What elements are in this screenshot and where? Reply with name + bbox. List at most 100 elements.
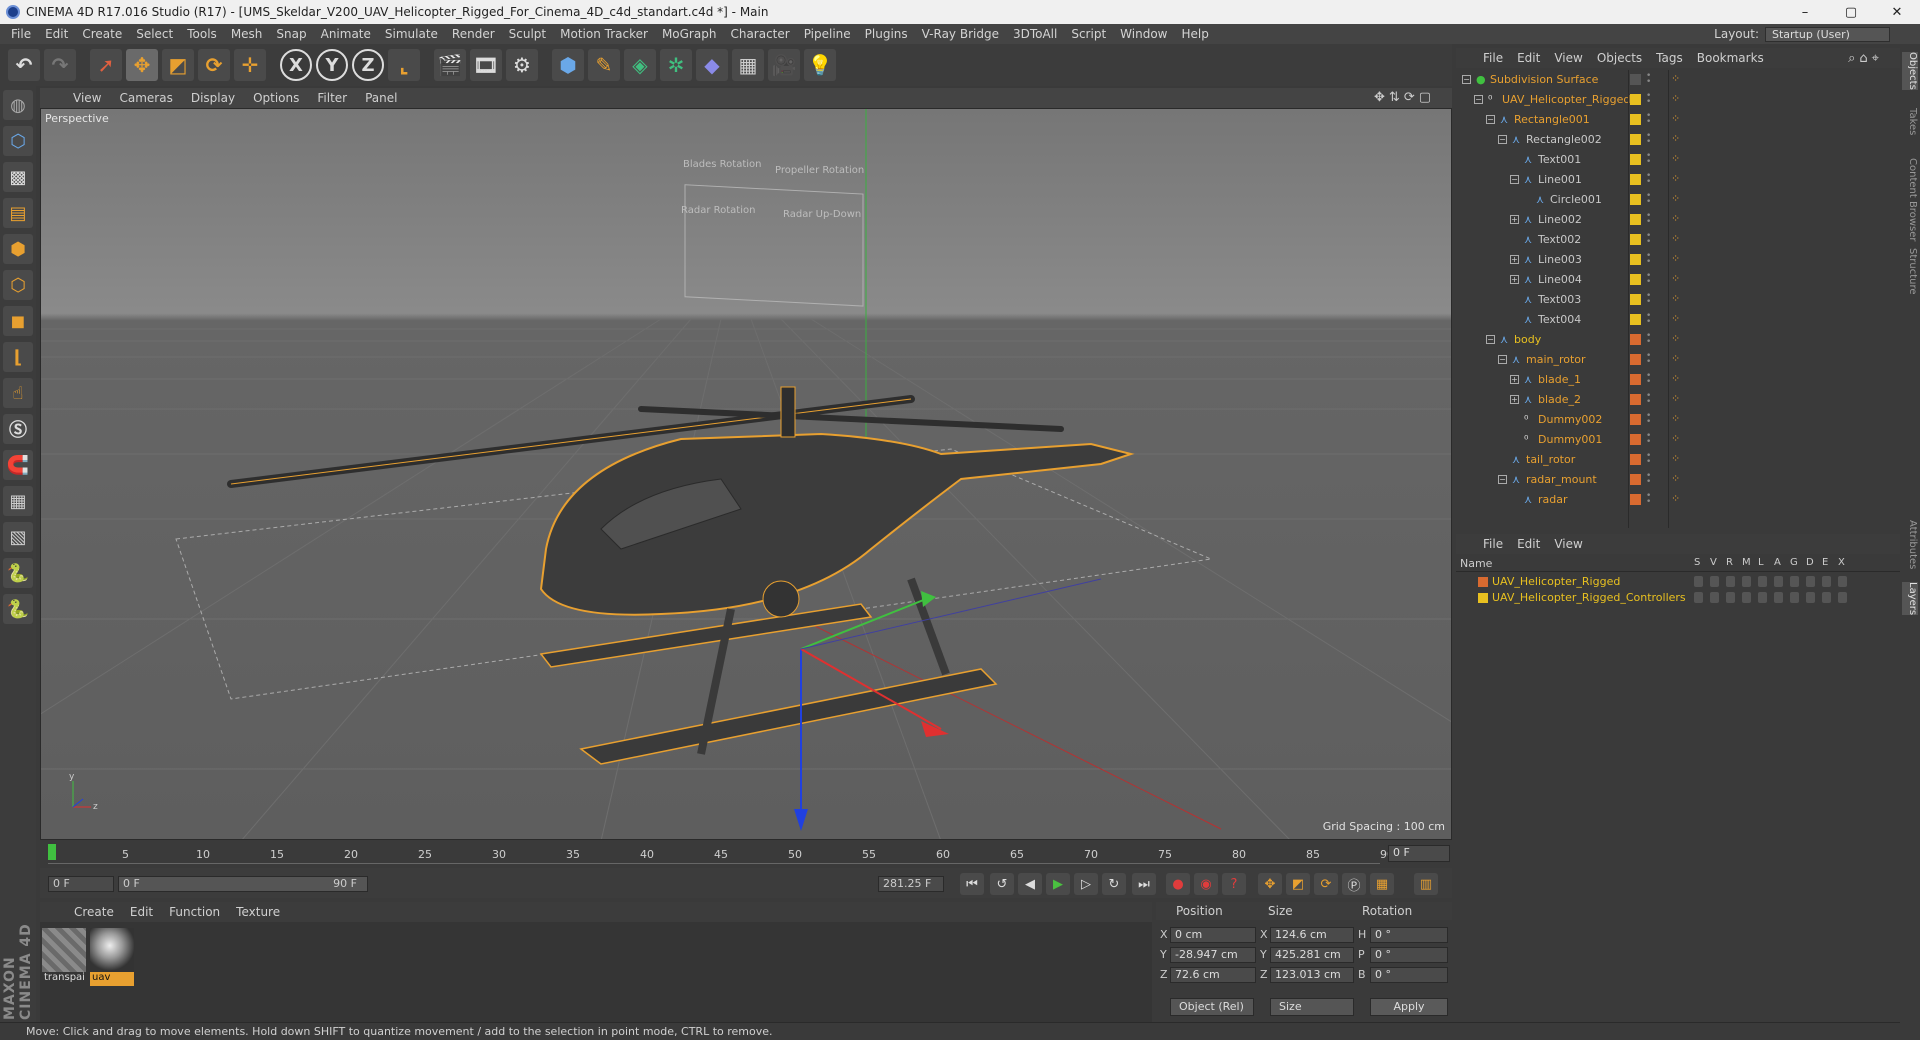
layer-color-swatch[interactable] [1478, 593, 1488, 603]
layer-menu-view[interactable]: View [1547, 537, 1589, 551]
scale-tool-icon[interactable]: ◩ [162, 49, 194, 81]
next-key-icon[interactable]: ↻ [1102, 873, 1126, 895]
side-tab-layers[interactable]: Layers [1902, 582, 1918, 616]
object-row-rectangle002[interactable]: − ⋏ Rectangle002 • • ⁘ [1456, 130, 1900, 150]
visibility-dots-icon[interactable]: • • [1646, 72, 1652, 87]
visibility-dots-icon[interactable]: • • [1646, 492, 1652, 507]
menu-render[interactable]: Render [445, 27, 502, 41]
menu-character[interactable]: Character [723, 27, 796, 41]
record-position-icon[interactable]: ✥ [1258, 873, 1282, 895]
visibility-dots-icon[interactable]: • • [1646, 392, 1652, 407]
expand-toggle-icon[interactable]: + [1510, 375, 1519, 384]
menu-select[interactable]: Select [129, 27, 180, 41]
record-active-objects-icon[interactable]: ● [1166, 873, 1190, 895]
viewport-menu-view[interactable]: View [64, 91, 110, 105]
undo-icon[interactable]: ↶ [8, 49, 40, 81]
layer-color-swatch[interactable] [1630, 154, 1641, 165]
expand-toggle-icon[interactable]: + [1510, 395, 1519, 404]
subdivision-surface-icon[interactable]: ◈ [624, 49, 656, 81]
layer-color-swatch[interactable] [1630, 294, 1641, 305]
goto-start-icon[interactable]: ⏮ [960, 873, 984, 895]
vertex-tag-icon[interactable]: ⁘ [1671, 92, 1687, 108]
object-row-uav-helicopter-rigged[interactable]: − ⁰ UAV_Helicopter_Rigged • • ⁘ [1456, 90, 1900, 110]
edges-mode-icon[interactable]: ⬡ [3, 270, 33, 300]
expand-toggle-icon[interactable]: − [1510, 175, 1519, 184]
viewport-menu-cameras[interactable]: Cameras [110, 91, 181, 105]
minimize-button[interactable]: – [1782, 0, 1828, 24]
vertex-tag-icon[interactable]: ⁘ [1671, 172, 1687, 188]
render-settings-icon[interactable]: ⚙ [506, 49, 538, 81]
layer-flag-a-toggle[interactable] [1774, 592, 1783, 603]
object-row-dummy002[interactable]: ⁰ Dummy002 • • ⁘ [1456, 410, 1900, 430]
size-x-field[interactable]: 124.6 cm [1270, 927, 1354, 943]
enable-snap-icon[interactable]: 🧲 [3, 450, 33, 480]
layer-color-swatch[interactable] [1630, 314, 1641, 325]
position-z-field[interactable]: 72.6 cm [1170, 967, 1256, 983]
vertex-tag-icon[interactable]: ⁘ [1671, 372, 1687, 388]
menu-window[interactable]: Window [1113, 27, 1174, 41]
side-tab-attributes[interactable]: Attributes [1902, 520, 1918, 569]
menu-sculpt[interactable]: Sculpt [502, 27, 553, 41]
expand-toggle-icon[interactable]: − [1486, 115, 1495, 124]
layer-flag-m-toggle[interactable] [1742, 592, 1751, 603]
side-tab-takes[interactable]: Takes [1902, 108, 1918, 135]
layer-color-swatch[interactable] [1630, 114, 1641, 125]
vertex-tag-icon[interactable]: ⁘ [1671, 272, 1687, 288]
goto-end-icon[interactable]: ⏭ [1132, 873, 1156, 895]
vertex-tag-icon[interactable]: ⁘ [1671, 412, 1687, 428]
preview-range-slider[interactable]: 0 F 90 F [118, 876, 368, 892]
layer-flag-e-toggle[interactable] [1822, 576, 1831, 587]
move-tool-icon[interactable]: ✥ [126, 49, 158, 81]
layer-flag-x-toggle[interactable] [1838, 592, 1847, 603]
current-frame-marker[interactable] [48, 844, 56, 860]
start-frame-field[interactable]: 0 F [48, 876, 114, 892]
helicopter-model[interactable] [227, 386, 1135, 765]
layer-color-swatch[interactable] [1630, 434, 1641, 445]
current-frame-field[interactable]: 0 F [1388, 845, 1450, 862]
camera-icon[interactable]: 🎥 [768, 49, 800, 81]
menu-motion-tracker[interactable]: Motion Tracker [553, 27, 655, 41]
object-menu-edit[interactable]: Edit [1510, 51, 1547, 65]
visibility-dots-icon[interactable]: • • [1646, 152, 1652, 167]
cloner-icon[interactable]: ✲ [660, 49, 692, 81]
layer-flag-v-toggle[interactable] [1710, 576, 1719, 587]
solo-mode-icon[interactable]: Ⓢ [3, 414, 33, 444]
position-x-field[interactable]: 0 cm [1170, 927, 1256, 943]
close-button[interactable]: ✕ [1874, 0, 1920, 24]
record-rotation-icon[interactable]: ⟳ [1314, 873, 1338, 895]
rotation-b-field[interactable]: 0 ° [1370, 967, 1448, 983]
visibility-dots-icon[interactable]: • • [1646, 472, 1652, 487]
object-row-line003[interactable]: + ⋏ Line003 • • ⁘ [1456, 250, 1900, 270]
layer-flag-r-toggle[interactable] [1726, 592, 1735, 603]
object-row-text002[interactable]: ⋏ Text002 • • ⁘ [1456, 230, 1900, 250]
menu-animate[interactable]: Animate [314, 27, 378, 41]
layer-color-swatch[interactable] [1630, 134, 1641, 145]
vertex-tag-icon[interactable]: ⁘ [1671, 452, 1687, 468]
rotation-h-field[interactable]: 0 ° [1370, 927, 1448, 943]
visibility-dots-icon[interactable]: • • [1646, 452, 1652, 467]
size-z-field[interactable]: 123.013 cm [1270, 967, 1354, 983]
visibility-dots-icon[interactable]: • • [1646, 232, 1652, 247]
coordinate-mode-dropdown[interactable]: Object (Rel) [1170, 998, 1254, 1016]
layer-color-swatch[interactable] [1478, 577, 1488, 587]
frame-ruler[interactable]: 051015202530354045505560657075808590 [48, 844, 1394, 864]
previous-key-icon[interactable]: ↺ [990, 873, 1014, 895]
object-row-circle001[interactable]: ⋏ Circle001 • • ⁘ [1456, 190, 1900, 210]
object-row-text003[interactable]: ⋏ Text003 • • ⁘ [1456, 290, 1900, 310]
workplane-lock-icon[interactable]: ▦ [3, 486, 33, 516]
object-row-text004[interactable]: ⋏ Text004 • • ⁘ [1456, 310, 1900, 330]
layer-flag-l-toggle[interactable] [1758, 576, 1767, 587]
vertex-tag-icon[interactable]: ⁘ [1671, 392, 1687, 408]
vertex-tag-icon[interactable]: ⁘ [1671, 192, 1687, 208]
position-y-field[interactable]: -28.947 cm [1170, 947, 1256, 963]
expand-toggle-icon[interactable]: − [1486, 335, 1495, 344]
visibility-dots-icon[interactable]: • • [1646, 272, 1652, 287]
layer-color-swatch[interactable] [1630, 474, 1641, 485]
menu-pipeline[interactable]: Pipeline [797, 27, 858, 41]
redo-icon[interactable]: ↷ [44, 49, 76, 81]
coordinate-system-icon[interactable]: ⌞ [388, 49, 420, 81]
layer-row[interactable]: UAV_Helicopter_Rigged [1456, 574, 1900, 590]
visibility-dots-icon[interactable]: • • [1646, 172, 1652, 187]
side-tab-objects[interactable]: Objects [1902, 52, 1918, 90]
menu-snap[interactable]: Snap [269, 27, 313, 41]
